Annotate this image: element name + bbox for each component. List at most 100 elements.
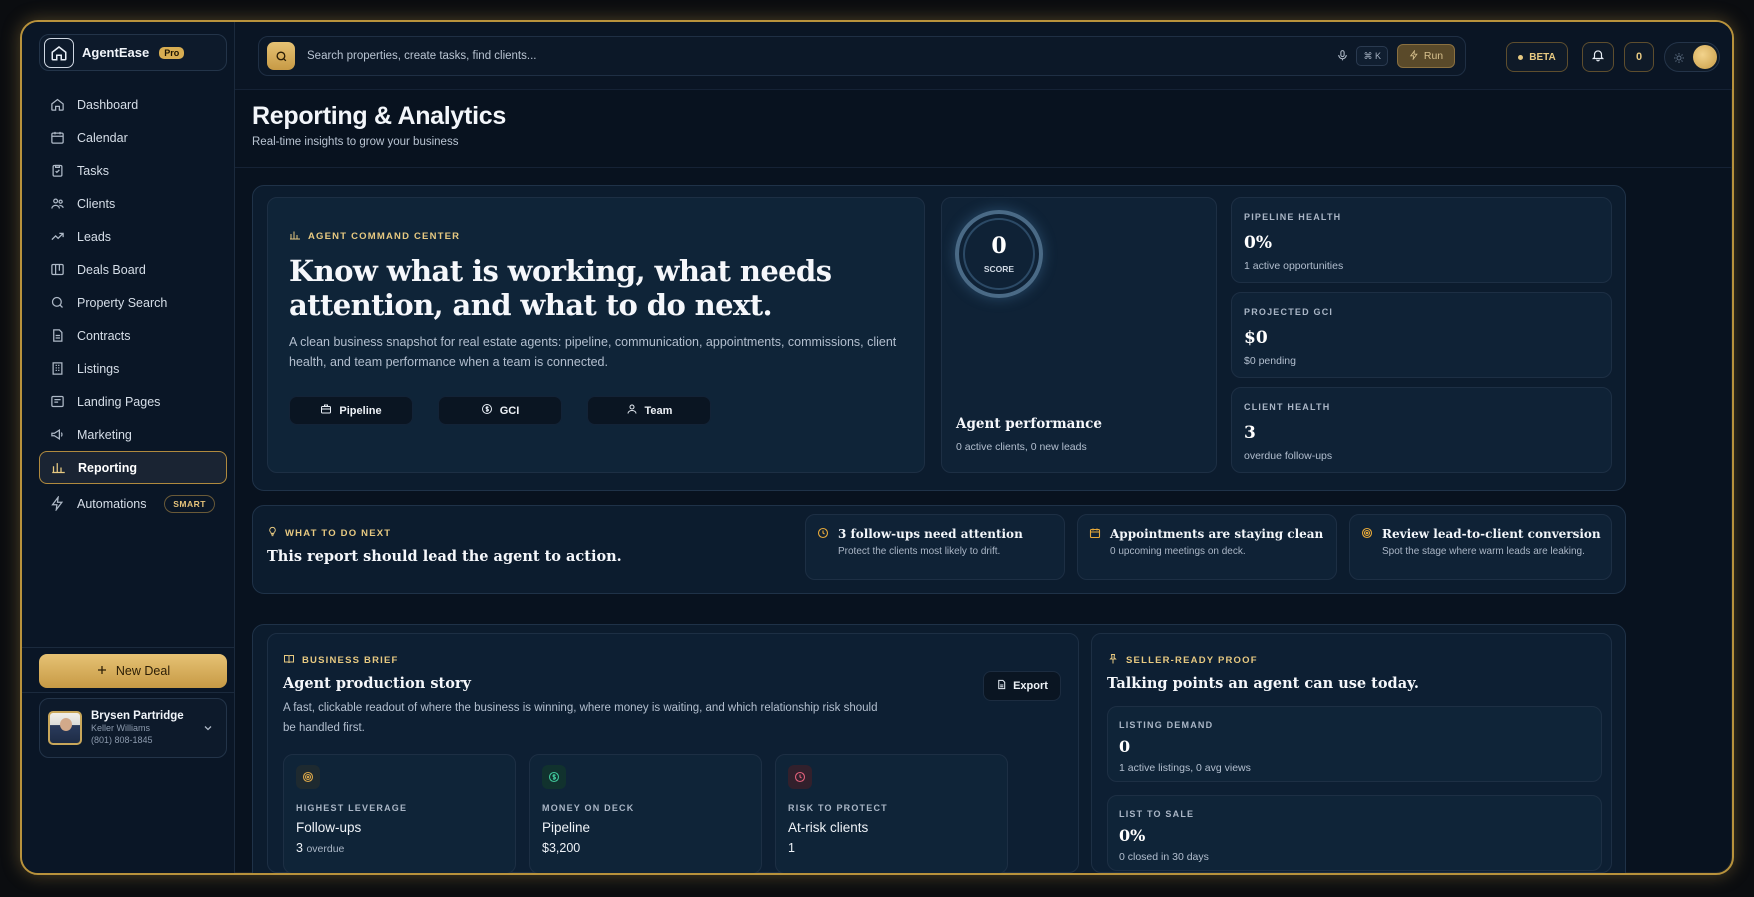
metric-value: 3 [1244,423,1256,443]
search-bar: ⌘ K Run [258,36,1466,76]
plus-icon [96,664,108,679]
calendar-icon [1089,526,1101,544]
pro-badge: Pro [159,46,185,59]
metric-label: CLIENT HEALTH [1244,402,1331,412]
brief-card-meta: 1 [788,841,795,855]
run-button[interactable]: Run [1397,44,1455,68]
header-divider [235,167,1732,168]
next-card-title: Review lead-to-client conversion [1382,527,1601,541]
brief-eyebrow: BUSINESS BRIEF [283,653,399,668]
sidebar-item-calendar[interactable]: Calendar [39,121,227,154]
bar-chart-icon [50,460,66,476]
eyebrow-text: SELLER-READY PROOF [1126,655,1258,666]
sidebar-item-label: Automations [77,496,147,511]
gci-pill[interactable]: GCI [438,396,562,425]
sidebar-item-dashboard[interactable]: Dashboard [39,88,227,121]
next-action-card[interactable]: Appointments are staying clean 0 upcomin… [1077,514,1337,580]
proof-sub: 0 closed in 30 days [1119,851,1209,863]
sidebar-item-automations[interactable]: Automations SMART [39,487,227,520]
proof-title: Talking points an agent can use today. [1107,675,1419,692]
eyebrow-text: AGENT COMMAND CENTER [308,231,461,242]
export-button[interactable]: Export [983,671,1061,701]
pill-label: Pipeline [339,404,382,417]
clock-icon [788,765,812,789]
layout-icon [49,394,65,410]
brand-name: AgentEase [82,45,150,60]
microphone-icon[interactable] [1336,49,1349,67]
sidebar-item-deals-board[interactable]: Deals Board [39,253,227,286]
chevron-down-icon[interactable] [202,721,214,739]
client-health-card[interactable]: CLIENT HEALTH 3 overdue follow-ups [1231,387,1612,473]
sidebar-item-contracts[interactable]: Contracts [39,319,227,352]
sidebar-item-label: Reporting [78,460,138,475]
leverage-card[interactable]: HIGHEST LEVERAGE Follow-ups 3 overdue [283,754,516,873]
new-deal-button[interactable]: New Deal [39,654,227,688]
app-window: AgentEase Pro Dashboard Calendar Tasks C… [20,20,1734,875]
meta-value: 3 [296,841,303,855]
command-center-panel: AGENT COMMAND CENTER Know what is workin… [252,185,1626,491]
brief-card-label: MONEY ON DECK [542,803,635,813]
score-value: 0 [991,233,1007,259]
notifications-button[interactable] [1582,42,1614,72]
metric-sub: overdue follow-ups [1244,450,1333,462]
team-pill[interactable]: Team [587,396,711,425]
sidebar-item-landing-pages[interactable]: Landing Pages [39,385,227,418]
sidebar-item-label: Contracts [77,328,131,343]
seller-proof-card: SELLER-READY PROOF Talking points an age… [1091,633,1612,873]
search-icon[interactable] [267,42,295,70]
pipeline-pill[interactable]: Pipeline [289,396,413,425]
clipboard-check-icon [49,163,65,179]
document-icon [49,328,65,344]
theme-toggle[interactable] [1664,42,1720,72]
page-subtitle: Real-time insights to grow your business [252,136,459,148]
brief-card-value: At-risk clients [788,820,869,835]
risk-card[interactable]: RISK TO PROTECT At-risk clients 1 [775,754,1008,873]
brief-card-value: Pipeline [542,820,591,835]
sidebar-item-tasks[interactable]: Tasks [39,154,227,187]
score-card[interactable]: 0 SCORE Agent performance 0 active clien… [941,197,1217,473]
count-badge[interactable]: 0 [1624,42,1654,72]
sidebar-item-leads[interactable]: Leads [39,220,227,253]
megaphone-icon [49,427,65,443]
sidebar-item-marketing[interactable]: Marketing [39,418,227,451]
sidebar-item-reporting[interactable]: Reporting [39,451,227,484]
sidebar-nav: Dashboard Calendar Tasks Clients Leads D… [39,88,227,520]
export-label: Export [1013,680,1048,692]
user-icon [626,403,638,418]
next-title: This report should lead the agent to act… [267,548,622,565]
sidebar-divider [22,647,235,648]
sidebar-item-label: Property Search [77,295,168,310]
kanban-icon [49,262,65,278]
proof-label: LIST TO SALE [1119,809,1195,819]
home-logo-icon [44,37,74,68]
sidebar-item-clients[interactable]: Clients [39,187,227,220]
score-ring: 0 SCORE [955,210,1043,298]
metric-sub: $0 pending [1244,355,1296,367]
clock-icon [817,526,829,544]
brief-title: Agent production story [283,675,471,692]
sidebar-item-listings[interactable]: Listings [39,352,227,385]
home-icon [49,97,65,113]
sidebar-item-property-search[interactable]: Property Search [39,286,227,319]
next-action-card[interactable]: Review lead-to-client conversion Spot th… [1349,514,1612,580]
next-card-title: 3 follow-ups need attention [838,527,1023,541]
sidebar-item-label: Calendar [77,130,128,145]
dollar-icon [542,765,566,789]
user-company: Keller Williams [91,723,151,733]
projected-gci-card[interactable]: PROJECTED GCI $0 $0 pending [1231,292,1612,378]
metric-label: PROJECTED GCI [1244,307,1334,317]
beta-badge[interactable]: BETA [1506,42,1568,72]
next-card-title: Appointments are staying clean [1110,527,1324,541]
lightning-icon [49,496,65,512]
listing-demand-card[interactable]: LISTING DEMAND 0 1 active listings, 0 av… [1107,706,1602,782]
money-card[interactable]: MONEY ON DECK Pipeline $3,200 [529,754,762,873]
what-to-do-next-panel: WHAT TO DO NEXT This report should lead … [252,505,1626,594]
pipeline-health-card[interactable]: PIPELINE HEALTH 0% 1 active opportunitie… [1231,197,1612,283]
brand[interactable]: AgentEase Pro [39,34,227,71]
file-icon [996,679,1007,693]
list-to-sale-card[interactable]: LIST TO SALE 0% 0 closed in 30 days [1107,795,1602,871]
user-card[interactable]: Brysen Partridge Keller Williams (801) 8… [39,698,227,758]
next-action-card[interactable]: 3 follow-ups need attention Protect the … [805,514,1065,580]
search-input[interactable] [307,50,1207,62]
sidebar: AgentEase Pro Dashboard Calendar Tasks C… [22,22,235,873]
